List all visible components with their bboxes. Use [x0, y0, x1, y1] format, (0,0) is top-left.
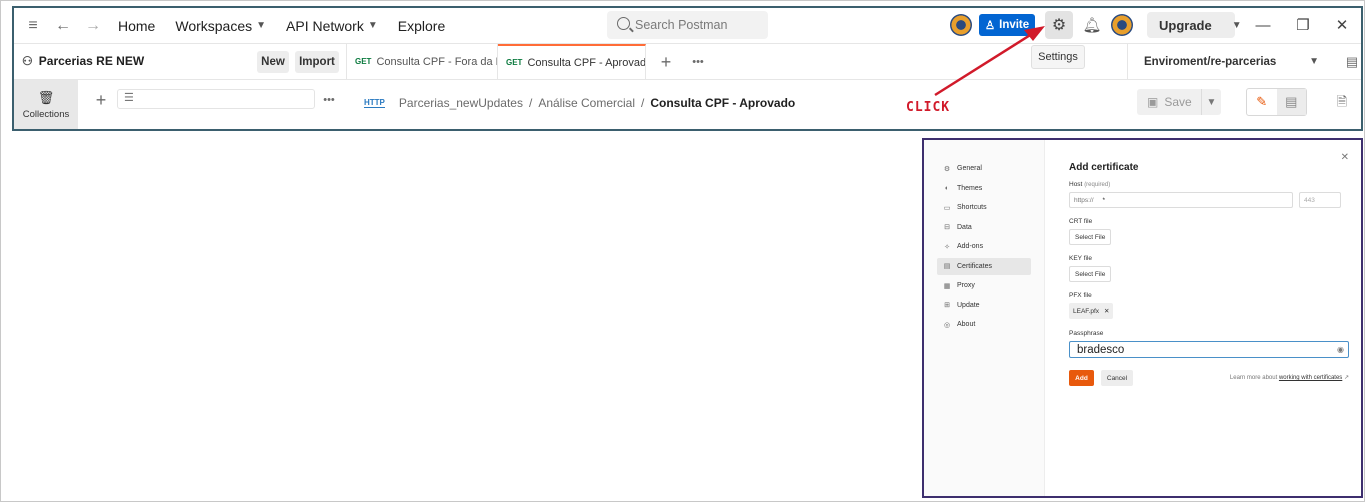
host-input[interactable]: https:// * [1069, 192, 1293, 208]
sidebar-item-update[interactable]: ⊞ Update [937, 297, 1031, 314]
sidebar-item-add-ons[interactable]: ✧ Add-ons [937, 238, 1031, 255]
annotation-arrow [934, 26, 1045, 97]
key-label: KEY file [1069, 255, 1093, 262]
settings-dialog: ⚙ General ◐ Themes ▭ Shortcuts ⊟ Data ✧ Add-ons ▤ C… [922, 138, 1363, 498]
crt-label: CRT file [1069, 218, 1093, 225]
learn-more-text: Learn more about working with certificat… [1230, 374, 1349, 381]
passphrase-input[interactable]: bradesco ◉ [1069, 341, 1349, 358]
sidebar-item-label: Proxy [957, 282, 975, 289]
sidebar-item-general[interactable]: ⚙ General [937, 160, 1031, 177]
settings-sidebar: ⚙ General ◐ Themes ▭ Shortcuts ⊟ Data ✧ Add-ons ▤ C… [924, 140, 1045, 496]
port-input[interactable]: 443 [1299, 192, 1341, 208]
sidebar-item-label: About [957, 321, 976, 328]
proxy-icon: ▦ [943, 282, 951, 290]
sidebar-item-label: Add-ons [957, 243, 984, 250]
addons-icon: ✧ [944, 243, 950, 251]
sidebar-item-label: Update [957, 301, 980, 309]
annotation-arrow-line [934, 30, 1036, 97]
sidebar-item-about[interactable]: ◎ About [937, 316, 1031, 333]
remove-file-icon[interactable]: ✕ [1104, 307, 1109, 315]
host-label: Host (required) [1069, 181, 1349, 188]
cancel-button[interactable]: Cancel [1101, 370, 1133, 386]
learn-more-prefix: Learn more about [1229, 375, 1278, 381]
sidebar-item-shortcuts[interactable]: ▭ Shortcuts [937, 199, 1031, 216]
sidebar-item-label: Data [957, 223, 972, 231]
sidebar-item-label: Shortcuts [957, 204, 987, 211]
add-button[interactable]: Add [1069, 370, 1094, 386]
about-icon: ◎ [943, 321, 951, 329]
data-icon: ⊟ [944, 224, 950, 231]
key-select-file-button[interactable]: Select File [1069, 266, 1112, 282]
screenshot-canvas: ≡ ← → Home Workspaces ▼ API Network ▼ Ex… [0, 0, 1365, 502]
add-certificate-form: Add certificate Host (required) https://… [1069, 162, 1349, 386]
update-icon: ⊞ [944, 302, 950, 309]
certificates-icon: ▤ [943, 263, 951, 270]
sidebar-item-label: Themes [957, 184, 983, 192]
sidebar-item-proxy[interactable]: ▦ Proxy [937, 277, 1031, 294]
external-link-icon: ↗ [1343, 375, 1349, 381]
pfx-file-chip: LEAF.pfx ✕ [1069, 303, 1114, 319]
pfx-label: PFX file [1069, 292, 1092, 299]
eye-icon[interactable]: ◉ [1337, 345, 1344, 354]
pfx-file-name: LEAF.pfx [1073, 307, 1100, 315]
certificates-docs-link[interactable]: working with certificates [1279, 375, 1342, 381]
sidebar-item-certificates[interactable]: ▤ Certificates [937, 257, 1031, 275]
annotation-arrow-head [1024, 26, 1045, 41]
host-value: * [1102, 196, 1106, 204]
sidebar-item-themes[interactable]: ◐ Themes [937, 180, 1031, 197]
passphrase-label: Passphrase [1069, 330, 1104, 337]
sidebar-item-data[interactable]: ⊟ Data [937, 219, 1031, 236]
host-required: (required) [1084, 182, 1111, 188]
keyboard-icon: ▭ [943, 204, 951, 212]
sidebar-item-label: Certificates [957, 262, 993, 270]
host-label-text: Host [1069, 181, 1083, 188]
passphrase-value: bradesco [1077, 343, 1125, 356]
sidebar-item-label: General [957, 165, 982, 172]
themes-icon: ◐ [944, 184, 950, 192]
form-title: Add certificate [1069, 162, 1139, 173]
gear-icon: ⚙ [943, 165, 951, 173]
crt-select-file-button[interactable]: Select File [1069, 229, 1112, 245]
host-row: https:// * 443 [1069, 192, 1349, 208]
host-prefix: https:// [1074, 196, 1094, 204]
form-actions: Add Cancel Learn more about working with… [1069, 370, 1349, 386]
